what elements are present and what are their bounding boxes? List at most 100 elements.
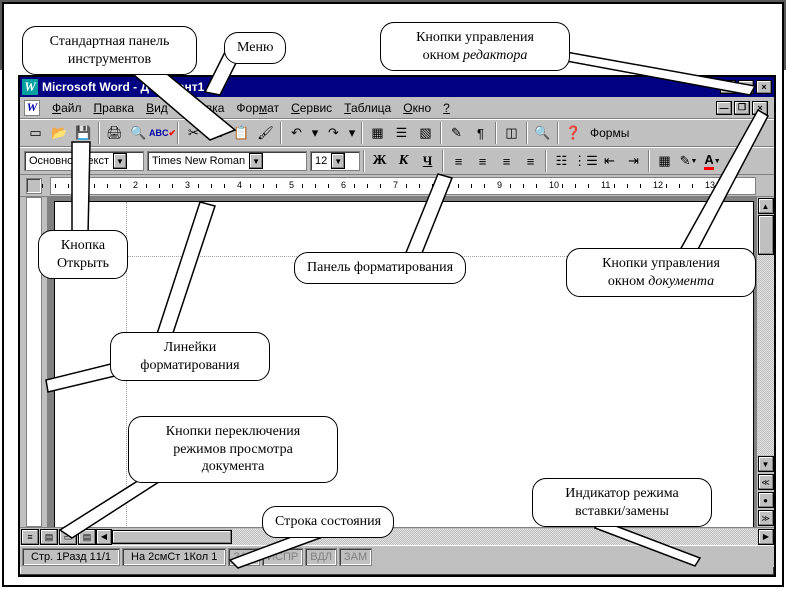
- browse-object-button[interactable]: ●: [758, 492, 774, 508]
- next-page-button[interactable]: ≫: [758, 510, 774, 526]
- insert-table-button[interactable]: ▦: [366, 122, 389, 144]
- horizontal-scrollbar[interactable]: ◀ ▶: [96, 528, 774, 545]
- titlebar: W Microsoft Word - Документ1 — □ ×: [20, 77, 774, 97]
- standard-toolbar: ▭ 📂 💾 🖨 🔍 ABC✔ ✂ ⧉ 📋 🖌 ↶ ▾ ↷ ▾ ▦ ☰ ▧ ✎ ¶…: [20, 119, 774, 147]
- editor-window-controls: — □ ×: [720, 80, 772, 94]
- numbered-list-button[interactable]: ☷: [550, 150, 573, 172]
- bulleted-list-button[interactable]: ⋮☰: [574, 150, 597, 172]
- formatting-toolbar: Основной текст ▼ Times New Roman ▼ 12 ▼ Ж К…: [20, 147, 774, 175]
- style-combo[interactable]: Основной текст ▼: [24, 151, 144, 171]
- status-page: Стр. 1 Разд 1 1/1: [22, 548, 120, 566]
- columns-button[interactable]: ☰: [390, 122, 413, 144]
- help-button[interactable]: ❓: [562, 122, 585, 144]
- callout-menu: Меню: [224, 32, 286, 64]
- close-button[interactable]: ×: [756, 80, 772, 94]
- italic-button[interactable]: К: [392, 150, 415, 172]
- callout-ovr-indicator: Индикатор режимавставки/замены: [532, 478, 712, 527]
- size-value: 12: [315, 155, 327, 167]
- menu-table[interactable]: Таблица: [338, 99, 397, 117]
- menu-window[interactable]: Окно: [397, 99, 437, 117]
- web-layout-button[interactable]: ▤: [40, 529, 58, 545]
- doc-restore-button[interactable]: ❐: [734, 101, 750, 115]
- drawing-button[interactable]: ✎: [445, 122, 468, 144]
- align-right-button[interactable]: ≡: [495, 150, 518, 172]
- zoom-button[interactable]: 🔍: [531, 122, 554, 144]
- tab-selector[interactable]: [26, 178, 42, 194]
- hscroll-thumb[interactable]: [112, 530, 232, 544]
- bold-button[interactable]: Ж: [368, 150, 391, 172]
- normal-view-button[interactable]: ≡: [21, 529, 39, 545]
- window-title: Microsoft Word - Документ1: [42, 80, 204, 94]
- status-trk: ИСПР: [262, 548, 303, 566]
- scroll-thumb[interactable]: [758, 215, 774, 255]
- callout-standard-toolbar: Стандартная панельинструментов: [22, 26, 197, 75]
- scroll-down-button[interactable]: ▼: [758, 456, 774, 472]
- minimize-button[interactable]: —: [720, 80, 736, 94]
- align-justify-button[interactable]: ≡: [519, 150, 542, 172]
- align-left-button[interactable]: ≡: [447, 150, 470, 172]
- forms-label: Формы: [586, 126, 633, 140]
- bottom-bar: ≡ ▤ ▭ ▤ ◀ ▶: [20, 527, 774, 545]
- doc-control-icon[interactable]: W: [24, 100, 40, 116]
- scroll-right-button[interactable]: ▶: [758, 529, 774, 545]
- underline-button[interactable]: Ч: [416, 150, 439, 172]
- undo-button[interactable]: ↶: [285, 122, 308, 144]
- statusbar: Стр. 1 Разд 1 1/1 На 2см Ст 1 Кол 1 ЗАП …: [20, 545, 774, 567]
- size-combo[interactable]: 12 ▼: [310, 151, 360, 171]
- copy-button[interactable]: ⧉: [206, 122, 229, 144]
- outline-view-button[interactable]: ▤: [78, 529, 96, 545]
- format-painter-button[interactable]: 🖌: [254, 122, 277, 144]
- redo-dd-button[interactable]: ▾: [346, 122, 358, 144]
- status-ovr: ЗАМ: [339, 548, 372, 566]
- menu-file[interactable]: ФФайлайл: [46, 99, 88, 117]
- menu-tools[interactable]: Сервис: [285, 99, 338, 117]
- spellcheck-button[interactable]: ABC✔: [151, 122, 174, 144]
- print-preview-button[interactable]: 🔍: [127, 122, 150, 144]
- vertical-scrollbar[interactable]: ▲ ▼ ≪ ● ≫: [756, 197, 774, 527]
- chevron-down-icon[interactable]: ▼: [331, 153, 345, 169]
- increase-indent-button[interactable]: ⇥: [622, 150, 645, 172]
- style-value: Основной текст: [29, 155, 109, 167]
- font-color-button[interactable]: A▼: [701, 150, 724, 172]
- paste-button[interactable]: 📋: [230, 122, 253, 144]
- align-center-button[interactable]: ≡: [471, 150, 494, 172]
- menubar: W ФФайлайл Правка Вид Вставка Формат Сер…: [20, 97, 774, 119]
- menu-format[interactable]: Формат: [230, 99, 285, 117]
- menu-insert[interactable]: Вставка: [174, 99, 231, 117]
- highlight-button[interactable]: ✎▼: [677, 150, 700, 172]
- callout-document-window-buttons: Кнопки управленияокном документа: [566, 248, 756, 297]
- decrease-indent-button[interactable]: ⇤: [598, 150, 621, 172]
- excel-button[interactable]: ▧: [414, 122, 437, 144]
- menu-view[interactable]: Вид: [140, 99, 174, 117]
- callout-rulers: Линейкиформатирования: [110, 332, 270, 381]
- doc-map-button[interactable]: ◫: [500, 122, 523, 144]
- open-button[interactable]: 📂: [48, 122, 71, 144]
- borders-button[interactable]: ▦: [653, 150, 676, 172]
- callout-editor-window-buttons: Кнопки управленияокном редактора: [380, 22, 570, 71]
- redo-button[interactable]: ↷: [322, 122, 345, 144]
- view-mode-buttons: ≡ ▤ ▭ ▤: [20, 528, 96, 545]
- doc-close-button[interactable]: ×: [752, 101, 768, 115]
- cut-button[interactable]: ✂: [182, 122, 205, 144]
- save-button[interactable]: 💾: [72, 122, 95, 144]
- doc-minimize-button[interactable]: —: [716, 101, 732, 115]
- chevron-down-icon[interactable]: ▼: [249, 153, 263, 169]
- font-combo[interactable]: Times New Roman ▼: [147, 151, 307, 171]
- undo-dd-button[interactable]: ▾: [309, 122, 321, 144]
- status-position: На 2см Ст 1 Кол 1: [122, 548, 226, 566]
- font-value: Times New Roman: [152, 155, 245, 167]
- maximize-button[interactable]: □: [738, 80, 754, 94]
- scroll-left-button[interactable]: ◀: [96, 529, 112, 545]
- horizontal-ruler[interactable]: 12345678910111213: [50, 177, 756, 195]
- callout-statusbar: Строка состояния: [262, 506, 394, 538]
- page-layout-button[interactable]: ▭: [59, 529, 77, 545]
- print-button[interactable]: 🖨: [103, 122, 126, 144]
- show-nonprint-button[interactable]: ¶: [469, 122, 492, 144]
- new-doc-button[interactable]: ▭: [24, 122, 47, 144]
- scroll-up-button[interactable]: ▲: [758, 198, 774, 214]
- chevron-down-icon[interactable]: ▼: [113, 153, 127, 169]
- callout-formatting-panel: Панель форматирования: [294, 252, 466, 284]
- prev-page-button[interactable]: ≪: [758, 474, 774, 490]
- menu-help[interactable]: ?: [437, 99, 456, 117]
- menu-edit[interactable]: Правка: [88, 99, 141, 117]
